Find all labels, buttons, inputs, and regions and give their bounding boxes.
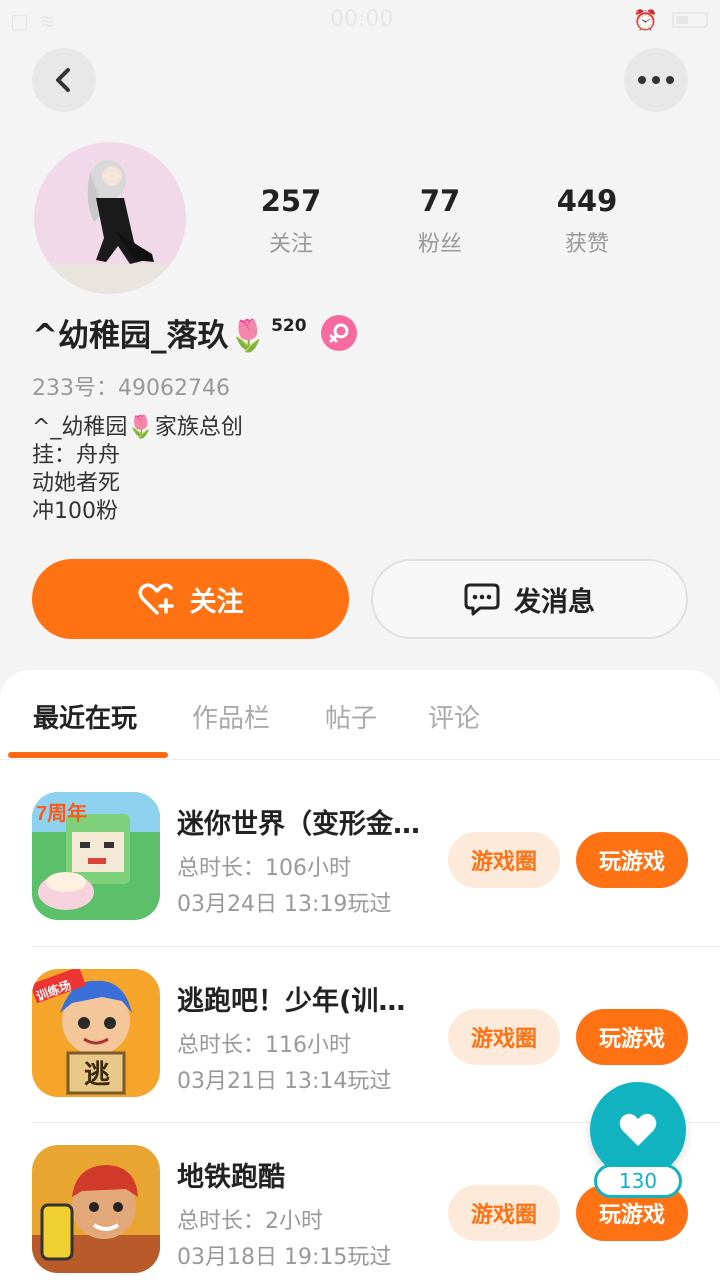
chat-bubble-icon bbox=[464, 583, 500, 616]
play-game-button[interactable]: 玩游戏 bbox=[576, 832, 688, 888]
status-time: 00:00 bbox=[330, 7, 394, 32]
back-arrow-icon bbox=[56, 68, 70, 92]
status-bar: ▢ ≋ 00:00 ⏰ bbox=[0, 0, 720, 40]
stat-fans-label: 粉丝 bbox=[417, 232, 462, 257]
nickname: ^幼稚园_落玖🌷 bbox=[32, 318, 268, 354]
game-circle-button[interactable]: 游戏圈 bbox=[448, 832, 560, 888]
back-button[interactable] bbox=[32, 48, 96, 112]
follow-button[interactable]: 关注 bbox=[32, 559, 349, 639]
nickname-row: ^幼稚园_落玖🌷 520 bbox=[32, 310, 357, 355]
stat-following-value: 257 bbox=[260, 184, 322, 218]
more-dots-icon bbox=[638, 76, 674, 84]
bio-line: 动她者死 bbox=[32, 471, 121, 496]
game-title: 地铁跑酷 bbox=[177, 1162, 285, 1193]
mini-world-icon[interactable]: 7周年 bbox=[32, 792, 160, 920]
user-id: 233号：49062746 bbox=[32, 376, 230, 401]
sim-icon: ▢ bbox=[10, 9, 29, 33]
bio-line: ^_幼稚园🌷家族总创 bbox=[32, 415, 243, 440]
message-button[interactable]: 发消息 bbox=[371, 559, 688, 639]
follow-button-label: 关注 bbox=[189, 586, 244, 618]
subway-surfers-icon[interactable] bbox=[32, 1145, 160, 1273]
tab-comments[interactable]: 评论 bbox=[428, 698, 480, 735]
game-last-played: 03月18日 19:15玩过 bbox=[177, 1245, 392, 1270]
game-title: 逃跑吧！少年(训练场) bbox=[177, 986, 432, 1017]
stat-likes-value: 449 bbox=[556, 184, 618, 218]
svg-text:7周年: 7周年 bbox=[36, 801, 87, 825]
tab-works[interactable]: 作品栏 bbox=[192, 698, 270, 735]
bio-line: 冲100粉 bbox=[32, 499, 118, 524]
play-game-button[interactable]: 玩游戏 bbox=[576, 1009, 688, 1065]
escape-boy-icon[interactable]: 逃 训练场 bbox=[32, 969, 160, 1097]
level-badge: 520 bbox=[271, 315, 307, 336]
tab-bar: 最近在玩 作品栏 帖子 评论 bbox=[0, 670, 720, 760]
stat-likes-label: 获赞 bbox=[564, 232, 609, 257]
battery-icon bbox=[672, 12, 708, 28]
more-button[interactable] bbox=[624, 48, 688, 112]
active-tab-indicator bbox=[8, 752, 168, 758]
game-list-item[interactable]: 7周年 迷你世界（变形金刚） 总时长：106小时 03月24日 13:19玩过 … bbox=[32, 770, 720, 946]
game-last-played: 03月24日 13:19玩过 bbox=[177, 892, 392, 917]
status-icons-left: ▢ ≋ bbox=[10, 9, 56, 33]
bio-line: 挂：舟舟 bbox=[32, 443, 121, 468]
game-duration: 总时长：106小时 bbox=[177, 856, 351, 881]
tab-posts[interactable]: 帖子 bbox=[325, 698, 377, 735]
game-duration: 总时长：2小时 bbox=[177, 1209, 323, 1234]
stat-likes[interactable]: 449 获赞 bbox=[527, 184, 647, 258]
game-last-played: 03月21日 13:14玩过 bbox=[177, 1069, 392, 1094]
female-gender-icon bbox=[320, 314, 357, 351]
stat-fans[interactable]: 77 粉丝 bbox=[380, 184, 500, 258]
tab-recent-play[interactable]: 最近在玩 bbox=[33, 698, 137, 735]
anime-character-avatar-image bbox=[34, 160, 186, 294]
stat-fans-value: 77 bbox=[419, 184, 461, 218]
stat-following[interactable]: 257 关注 bbox=[231, 184, 351, 258]
alarm-icon: ⏰ bbox=[633, 8, 658, 32]
game-duration: 总时长：116小时 bbox=[177, 1033, 351, 1058]
status-icons-right: ⏰ bbox=[633, 8, 708, 32]
message-button-label: 发消息 bbox=[514, 586, 595, 618]
bio: ^_幼稚园🌷家族总创 挂：舟舟 动她者死 冲100粉 bbox=[32, 414, 243, 526]
game-title: 迷你世界（变形金刚） bbox=[177, 809, 432, 840]
game-circle-button[interactable]: 游戏圈 bbox=[448, 1185, 560, 1241]
avatar[interactable] bbox=[34, 142, 186, 294]
svg-text:逃: 逃 bbox=[84, 1059, 110, 1089]
heart-icon bbox=[619, 1113, 657, 1146]
heart-plus-icon bbox=[138, 583, 174, 615]
stat-following-label: 关注 bbox=[268, 232, 313, 257]
wifi-icon: ≋ bbox=[38, 9, 56, 33]
like-count: 130 bbox=[594, 1164, 682, 1198]
game-circle-button[interactable]: 游戏圈 bbox=[448, 1009, 560, 1065]
